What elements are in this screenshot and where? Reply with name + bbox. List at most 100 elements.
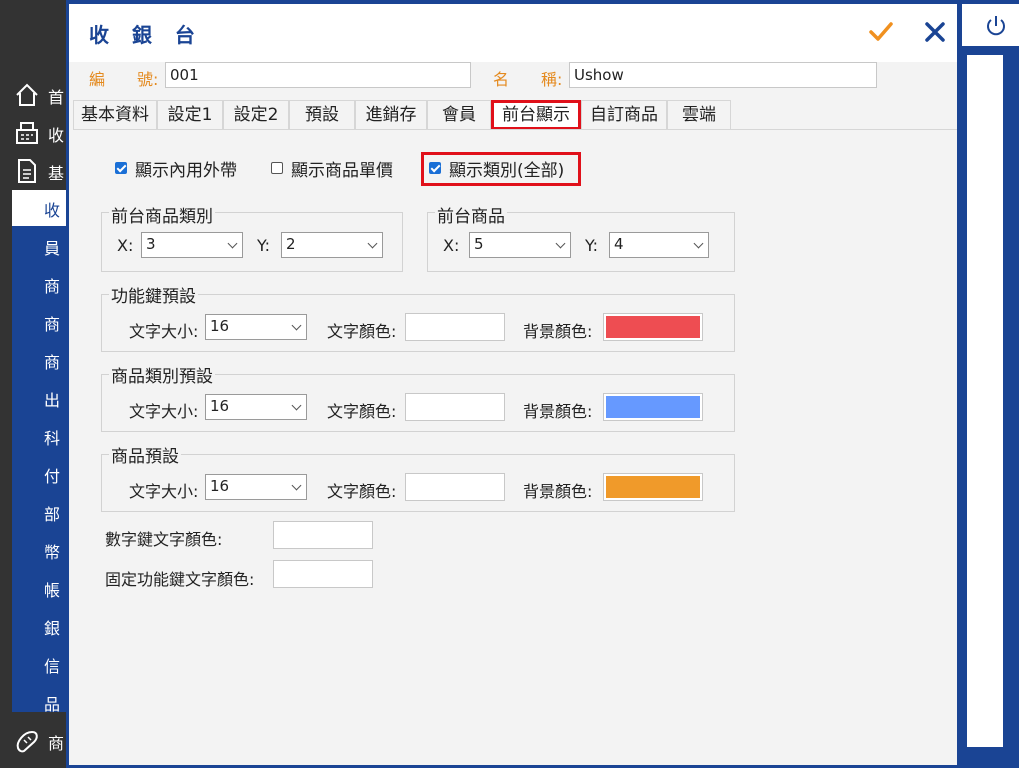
sidebar-subitem[interactable]: 付 <box>12 456 66 492</box>
group-title: 商品類別預設 <box>109 362 215 387</box>
color-swatch <box>276 563 370 585</box>
sidebar-subitem[interactable]: 銀 <box>12 608 66 644</box>
chevron-down-icon <box>291 400 302 411</box>
confirm-button[interactable] <box>865 16 897 48</box>
dine-in-takeout-checkbox[interactable]: 顯示內用外帶 <box>115 156 255 182</box>
group-title: 功能鍵預設 <box>109 282 198 307</box>
color-swatch <box>606 316 700 338</box>
sidebar-item-basic[interactable]: 基 <box>0 154 66 190</box>
tab-settings-2[interactable]: 設定2 <box>223 100 289 130</box>
tab-settings-1[interactable]: 設定1 <box>157 100 223 130</box>
close-button[interactable] <box>919 16 951 48</box>
text-color-label: 文字顏色: <box>327 402 397 421</box>
power-icon <box>987 16 1005 36</box>
main-sidebar: 首 收 基 收 員 商 商 商 出 科 付 部 幣 帳 銀 信 品 商 <box>0 0 66 768</box>
sidebar-subitem-label: 出 <box>44 391 61 410</box>
tab-cloud[interactable]: 雲端 <box>667 100 731 130</box>
checkbox-label: 顯示內用外帶 <box>135 161 237 181</box>
sidebar-subitem-label: 付 <box>44 467 61 486</box>
product-y-select[interactable]: 4 <box>609 232 709 258</box>
dialog-title-bar: 收 銀 台 <box>69 4 957 62</box>
sidebar-subitem[interactable]: 出 <box>12 380 66 416</box>
function-key-text-color[interactable] <box>405 313 505 341</box>
text-color-label: 文字顏色: <box>327 482 397 501</box>
show-category-all-checkbox[interactable]: 顯示類別(全部) <box>429 156 577 182</box>
sidebar-subitem-label: 商 <box>44 353 61 372</box>
tab-front-display[interactable]: 前台顯示 <box>491 100 581 130</box>
product-bg-color[interactable] <box>603 473 703 501</box>
function-key-size-select[interactable]: 16 <box>205 314 307 340</box>
sidebar-subitem-label: 商 <box>44 277 61 296</box>
product-text-color[interactable] <box>405 473 505 501</box>
select-value: 4 <box>614 235 624 253</box>
show-price-checkbox[interactable]: 顯示商品單價 <box>271 156 411 182</box>
function-key-bg-color[interactable] <box>603 313 703 341</box>
checkbox-label: 顯示商品單價 <box>291 161 393 181</box>
sidebar-item-home[interactable]: 首 <box>0 78 66 114</box>
chevron-down-icon <box>227 238 238 249</box>
chevron-down-icon <box>367 238 378 249</box>
sidebar-subitem[interactable]: 部 <box>12 494 66 530</box>
sidebar-item-goods[interactable]: 商 <box>0 724 66 760</box>
document-icon <box>18 159 36 183</box>
tab-members[interactable]: 會員 <box>427 100 491 130</box>
category-text-color[interactable] <box>405 393 505 421</box>
chevron-down-icon <box>291 480 302 491</box>
fixed-key-text-color[interactable] <box>273 560 373 588</box>
sidebar-subitem[interactable]: 帳 <box>12 570 66 606</box>
sidebar-subitem[interactable]: 信 <box>12 646 66 682</box>
checkbox-checked-icon <box>429 162 441 174</box>
sidebar-item-label: 基 <box>48 164 65 183</box>
sidebar-subitem[interactable]: 商 <box>12 266 66 302</box>
sidebar-item-cashier[interactable]: 收 <box>0 116 66 152</box>
y-label: Y: <box>585 236 599 255</box>
text-color-label: 文字顏色: <box>327 322 397 341</box>
sidebar-subitem[interactable]: 幣 <box>12 532 66 568</box>
category-y-select[interactable]: 2 <box>281 232 383 258</box>
sidebar-subitem[interactable]: 商 <box>12 342 66 378</box>
group-title: 前台商品 <box>435 202 507 227</box>
sidebar-subitem[interactable]: 商 <box>12 304 66 340</box>
cashier-dialog: 收 銀 台 編 號: 名 稱: 基本資料 設定1 設定2 預設 進銷存 會員 前… <box>66 0 960 768</box>
select-value: 16 <box>210 397 230 415</box>
text-size-label: 文字大小: <box>129 402 199 421</box>
dialog-title: 收 銀 台 <box>89 23 203 47</box>
code-field[interactable] <box>165 62 471 88</box>
tabs-divider <box>73 129 957 130</box>
checkbox-checked-icon <box>115 162 127 174</box>
home-icon <box>16 83 38 106</box>
category-x-select[interactable]: 3 <box>141 232 243 258</box>
product-size-select[interactable]: 16 <box>205 474 307 500</box>
sidebar-subitem[interactable]: 收 <box>12 190 66 226</box>
select-value: 16 <box>210 317 230 335</box>
code-label: 編 號: <box>89 70 159 89</box>
checkbox-label: 顯示類別(全部) <box>449 161 565 181</box>
sidebar-subitem[interactable]: 科 <box>12 418 66 454</box>
sidebar-item-label: 商 <box>48 734 65 753</box>
group-title: 商品預設 <box>109 442 181 467</box>
select-value: 2 <box>286 235 296 253</box>
chevron-down-icon <box>555 238 566 249</box>
power-button[interactable] <box>962 4 1019 46</box>
sidebar-subitem-label: 信 <box>44 657 61 676</box>
sidebar-subitem-label: 員 <box>44 239 61 258</box>
tab-inventory[interactable]: 進銷存 <box>355 100 427 130</box>
tab-basic-info[interactable]: 基本資料 <box>73 100 157 130</box>
category-bg-color[interactable] <box>603 393 703 421</box>
sidebar-subitem[interactable]: 品 <box>12 684 66 720</box>
category-size-select[interactable]: 16 <box>205 394 307 420</box>
x-label: X: <box>117 236 134 255</box>
sidebar-item-label: 收 <box>48 126 65 145</box>
name-field[interactable] <box>569 62 877 88</box>
tab-defaults[interactable]: 預設 <box>289 100 355 130</box>
x-label: X: <box>443 236 460 255</box>
product-x-select[interactable]: 5 <box>469 232 571 258</box>
numpad-color-label: 數字鍵文字顏色: <box>105 530 223 549</box>
numpad-text-color[interactable] <box>273 521 373 549</box>
tab-custom-products[interactable]: 自訂商品 <box>581 100 667 130</box>
checkbox-unchecked-icon <box>271 162 283 174</box>
right-content-area <box>964 52 1006 750</box>
sidebar-subitem[interactable]: 員 <box>12 228 66 264</box>
group-title: 前台商品類別 <box>109 202 215 227</box>
sidebar-subitem-label: 品 <box>44 695 61 714</box>
